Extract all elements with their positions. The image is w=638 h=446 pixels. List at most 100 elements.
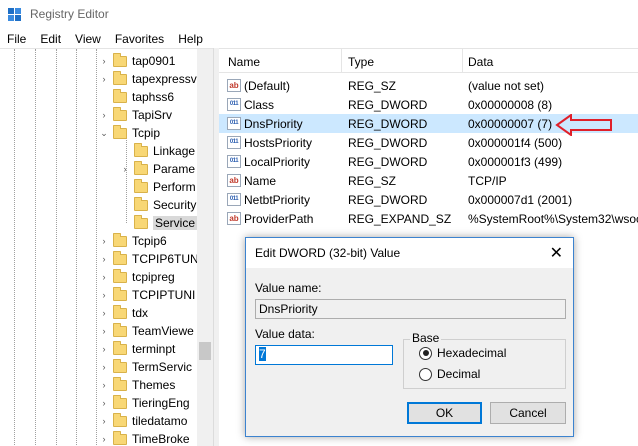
- tree-item[interactable]: › tiledatamo: [99, 412, 187, 430]
- value-type: REG_DWORD: [348, 193, 428, 207]
- close-icon[interactable]: ✕: [550, 243, 563, 263]
- value-row[interactable]: 011 Class REG_DWORD 0x00000008 (8): [219, 95, 638, 114]
- value-type: REG_DWORD: [348, 136, 428, 150]
- value-type: REG_DWORD: [348, 155, 428, 169]
- tree-item[interactable]: › Themes: [99, 376, 175, 394]
- tree-item[interactable]: › tdx: [99, 304, 148, 322]
- value-row[interactable]: 011 LocalPriority REG_DWORD 0x000001f3 (499…: [219, 152, 638, 171]
- column-divider[interactable]: [341, 49, 342, 73]
- binary-value-icon: 011: [227, 136, 241, 149]
- value-data: %SystemRoot%\System32\wsoc: [468, 212, 638, 226]
- value-name-label: Value name:: [255, 281, 322, 295]
- menu-edit[interactable]: Edit: [33, 32, 68, 46]
- tree-item[interactable]: Linkage: [120, 142, 195, 160]
- tree-item[interactable]: Service: [120, 214, 198, 232]
- chevron-right-icon[interactable]: ›: [99, 236, 109, 246]
- chevron-right-icon[interactable]: ›: [99, 272, 109, 282]
- chevron-right-icon[interactable]: ›: [99, 398, 109, 408]
- key-tree[interactable]: › tap0901 › tapexpressv taphss6 › TapiSrv ⌄ Tcpi…: [0, 48, 213, 446]
- radio-decimal-dot[interactable]: [419, 367, 432, 381]
- tree-item[interactable]: › Tcpip6: [99, 232, 167, 250]
- menu-file[interactable]: File: [0, 32, 33, 46]
- chevron-right-icon[interactable]: ›: [99, 362, 109, 372]
- value-data: 0x000001f4 (500): [468, 136, 563, 150]
- ok-button[interactable]: OK: [407, 402, 482, 424]
- tree-item[interactable]: › TeamViewe: [99, 322, 194, 340]
- value-row[interactable]: ab (Default) REG_SZ (value not set): [219, 76, 638, 95]
- value-type: REG_SZ: [348, 174, 397, 188]
- tree-item-label: tiledatamo: [132, 414, 188, 428]
- menu-help[interactable]: Help: [171, 32, 210, 46]
- tree-item[interactable]: › tcpipreg: [99, 268, 175, 286]
- folder-icon: [113, 88, 127, 103]
- chevron-right-icon[interactable]: ›: [99, 416, 109, 426]
- tree-item-label: Tcpip: [132, 126, 161, 140]
- binary-value-icon: 011: [227, 98, 241, 111]
- tree-item[interactable]: › tapexpressv: [99, 70, 197, 88]
- tree-item[interactable]: › Parame: [120, 160, 195, 178]
- column-divider[interactable]: [462, 49, 463, 73]
- chevron-right-icon[interactable]: ›: [99, 434, 109, 444]
- chevron-right-icon[interactable]: ›: [99, 326, 109, 336]
- tree-scrollbar-thumb[interactable]: [199, 342, 211, 360]
- menu-favorites[interactable]: Favorites: [108, 32, 171, 46]
- chevron-right-icon[interactable]: ›: [99, 56, 109, 66]
- column-header-data[interactable]: Data: [468, 55, 493, 69]
- folder-icon: [113, 232, 127, 247]
- column-header-type[interactable]: Type: [348, 55, 374, 69]
- folder-icon: [113, 124, 127, 139]
- tree-item[interactable]: ⌄ Tcpip: [99, 124, 160, 142]
- registry-editor-icon: [8, 8, 21, 21]
- tree-item[interactable]: › TermServic: [99, 358, 192, 376]
- tree-item-label: TermServic: [132, 360, 193, 374]
- binary-value-icon: 011: [227, 117, 241, 130]
- value-name: HostsPriority: [244, 136, 313, 150]
- value-row[interactable]: ab ProviderPath REG_EXPAND_SZ %SystemRoot%\…: [219, 209, 638, 228]
- chevron-right-icon[interactable]: ›: [99, 290, 109, 300]
- dialog-title-bar: Edit DWORD (32-bit) Value ✕: [246, 238, 573, 268]
- tree-item[interactable]: › TCPIPTUNI: [99, 286, 195, 304]
- value-type: REG_EXPAND_SZ: [348, 212, 452, 226]
- tree-scrollbar[interactable]: [197, 49, 213, 446]
- column-header-name[interactable]: Name: [228, 55, 260, 69]
- chevron-down-icon[interactable]: ⌄: [99, 128, 109, 139]
- folder-icon: [134, 214, 148, 229]
- chevron-right-icon[interactable]: ›: [99, 308, 109, 318]
- radio-hexadecimal[interactable]: Hexadecimal: [419, 346, 506, 360]
- tree-item-label: taphss6: [132, 90, 175, 104]
- folder-icon: [113, 70, 127, 85]
- value-data-input[interactable]: 7: [255, 345, 393, 365]
- tree-item[interactable]: › TCPIP6TUN: [99, 250, 199, 268]
- chevron-right-icon[interactable]: ›: [99, 254, 109, 264]
- radio-decimal-label: Decimal: [437, 367, 481, 381]
- tree-item[interactable]: taphss6: [99, 88, 174, 106]
- radio-decimal[interactable]: Decimal: [419, 367, 480, 381]
- value-row[interactable]: ab Name REG_SZ TCP/IP: [219, 171, 638, 190]
- tree-item[interactable]: Security: [120, 196, 196, 214]
- tree-item[interactable]: Perform: [120, 178, 196, 196]
- tree-item[interactable]: › TieringEng: [99, 394, 190, 412]
- chevron-right-icon[interactable]: ›: [99, 110, 109, 120]
- tree-item[interactable]: › terminpt: [99, 340, 175, 358]
- tree-item[interactable]: › tap0901: [99, 52, 175, 70]
- tree-item-label: Themes: [132, 378, 176, 392]
- tree-item-label: tcpipreg: [132, 270, 175, 284]
- chevron-right-icon[interactable]: ›: [99, 344, 109, 354]
- tree-item-label: TCPIP6TUN: [132, 252, 199, 266]
- tree-item-label: Security: [153, 198, 197, 212]
- folder-icon: [113, 286, 127, 301]
- tree-item-label: tdx: [132, 306, 149, 320]
- chevron-right-icon[interactable]: ›: [99, 74, 109, 84]
- tree-item[interactable]: › TapiSrv: [99, 106, 172, 124]
- value-row[interactable]: 011 NetbtPriority REG_DWORD 0x000007d1 (200…: [219, 190, 638, 209]
- cancel-button[interactable]: Cancel: [490, 402, 566, 424]
- folder-icon: [113, 52, 127, 67]
- tree-item[interactable]: › TimeBroke: [99, 430, 190, 446]
- radio-hexadecimal-dot[interactable]: [419, 346, 432, 360]
- menu-view[interactable]: View: [68, 32, 108, 46]
- value-name: ProviderPath: [244, 212, 314, 226]
- tree-guide-line: [56, 49, 57, 446]
- chevron-right-icon[interactable]: ›: [120, 164, 130, 174]
- chevron-right-icon[interactable]: ›: [99, 380, 109, 390]
- value-name: LocalPriority: [244, 155, 311, 169]
